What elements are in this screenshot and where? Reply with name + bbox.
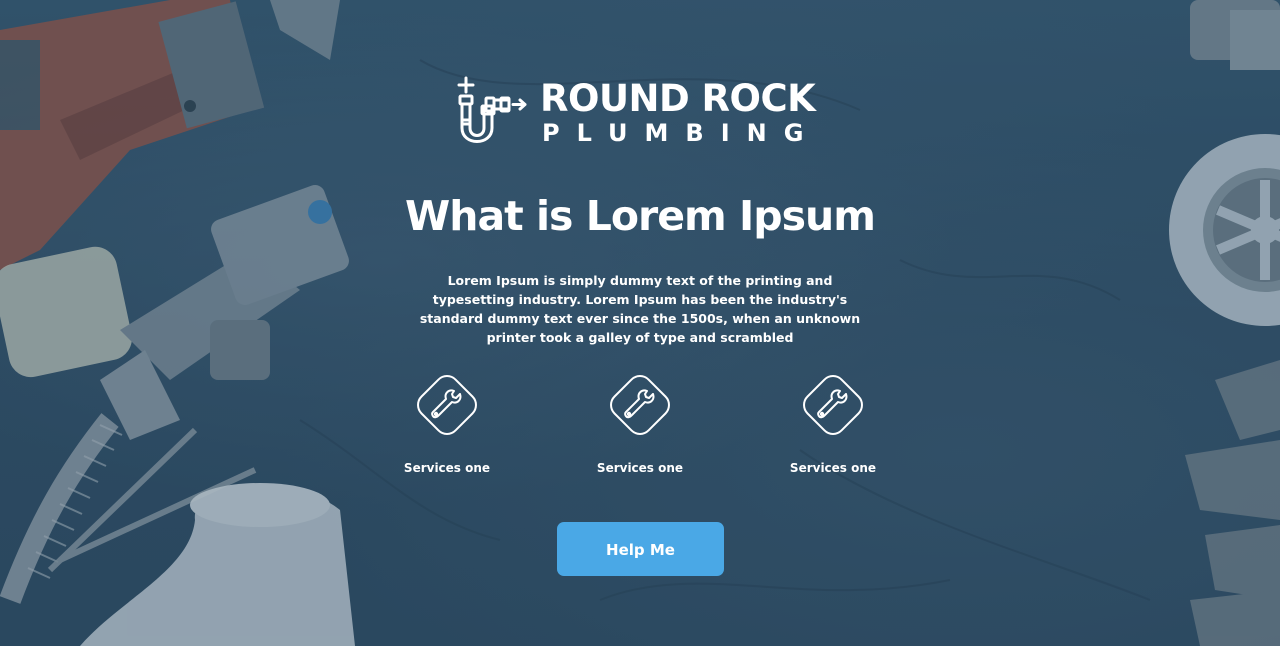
page-title: What is Lorem Ipsum xyxy=(405,192,876,240)
service-label: Services one xyxy=(403,461,491,475)
brand-name-primary: ROUND ROCK xyxy=(540,77,816,120)
service-label: Services one xyxy=(789,461,877,475)
service-item-3[interactable]: Services one xyxy=(773,367,893,479)
wrench-icon xyxy=(417,375,477,435)
wrench-icon xyxy=(803,375,863,435)
service-item-1[interactable]: Services one xyxy=(387,367,507,479)
brand-name-secondary: PLUMBING xyxy=(542,119,821,147)
service-label: Services one xyxy=(596,461,684,475)
brand-logo[interactable]: ROUND ROCK PLUMBING xyxy=(457,76,827,154)
help-me-button[interactable]: Help Me xyxy=(557,522,724,576)
wrench-icon xyxy=(610,375,670,435)
hero-description: Lorem Ipsum is simply dummy text of the … xyxy=(419,273,861,345)
service-item-2[interactable]: Services one xyxy=(580,367,700,479)
plumbing-pipe-logo-icon xyxy=(457,76,527,143)
